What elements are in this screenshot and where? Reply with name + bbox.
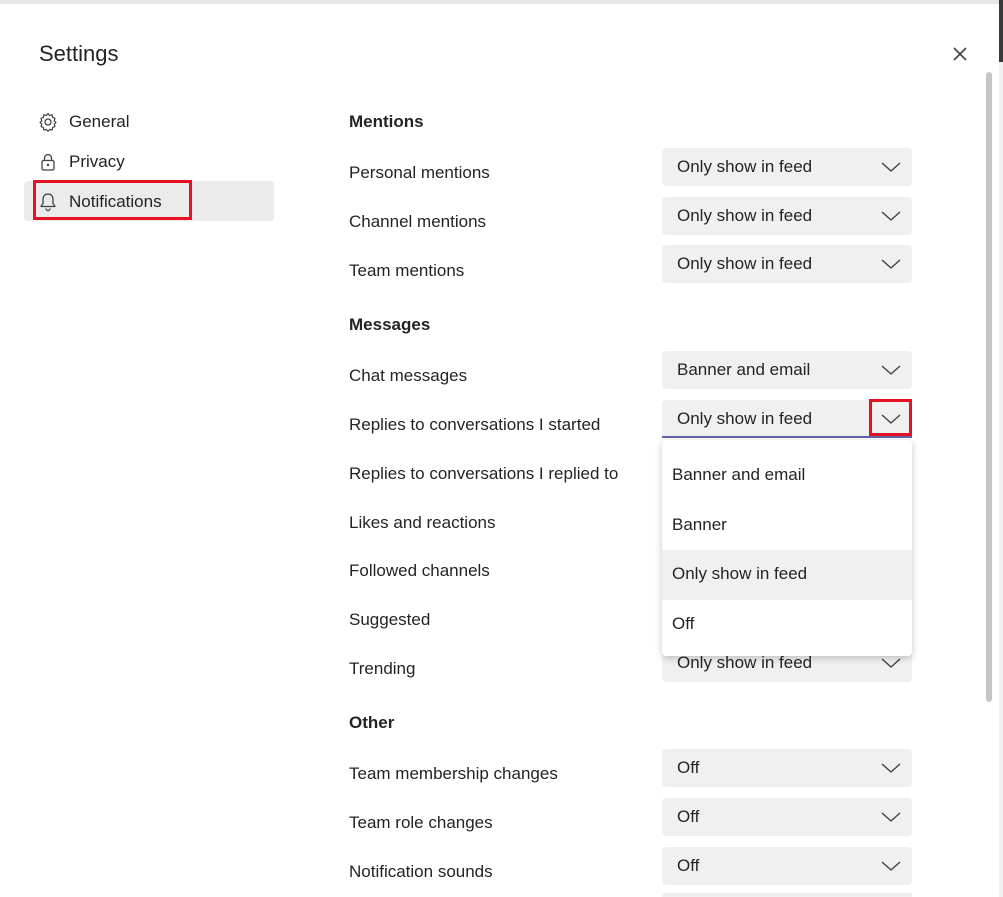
dialog-title: Settings bbox=[39, 41, 119, 66]
background-app-header bbox=[999, 0, 1003, 62]
nav-item-label: Notifications bbox=[69, 192, 162, 211]
setting-label-suggested: Suggested bbox=[349, 610, 431, 629]
nav-item-label: Privacy bbox=[69, 152, 125, 171]
lock-icon bbox=[41, 153, 55, 171]
dropdown-value: Off bbox=[677, 758, 700, 777]
setting-label-personal-mentions: Personal mentions bbox=[349, 163, 490, 182]
setting-label-chat-messages: Chat messages bbox=[349, 366, 468, 385]
gear-icon bbox=[39, 112, 57, 132]
nav-item-notifications[interactable]: Notifications bbox=[24, 181, 274, 221]
dropdown-value: Only show in feed bbox=[677, 254, 813, 273]
menu-option-label: Off bbox=[672, 614, 695, 633]
close-icon[interactable] bbox=[946, 40, 974, 68]
setting-label-team-membership: Team membership changes bbox=[349, 764, 558, 783]
background-app-strip bbox=[999, 0, 1003, 897]
window-top-border bbox=[0, 0, 1003, 4]
chevron-down-icon bbox=[881, 365, 901, 375]
scrollbar-thumb[interactable] bbox=[986, 72, 992, 702]
dropdown-value: Banner and email bbox=[677, 360, 811, 379]
bell-icon bbox=[40, 193, 56, 212]
dropdown-value: Only show in feed bbox=[677, 409, 813, 428]
dropdown-value: Off bbox=[677, 856, 700, 875]
setting-label-notification-sounds: Notification sounds bbox=[349, 862, 493, 881]
chevron-down-icon bbox=[881, 259, 901, 269]
menu-option-only-show-in-feed[interactable]: Only show in feed bbox=[662, 550, 912, 600]
channel-mentions-dropdown[interactable]: Only show in feed bbox=[662, 197, 912, 235]
chevron-down-icon bbox=[881, 861, 901, 871]
chevron-down-icon bbox=[881, 763, 901, 773]
next-dropdown-partial bbox=[662, 893, 912, 897]
chevron-down-icon bbox=[881, 162, 901, 172]
team-membership-dropdown[interactable]: Off bbox=[662, 749, 912, 787]
team-mentions-dropdown[interactable]: Only show in feed bbox=[662, 245, 912, 283]
menu-option-off[interactable]: Off bbox=[662, 600, 912, 650]
setting-label-followed-channels: Followed channels bbox=[349, 561, 490, 580]
chevron-down-icon bbox=[881, 414, 901, 424]
setting-label-channel-mentions: Channel mentions bbox=[349, 212, 487, 231]
chat-messages-dropdown[interactable]: Banner and email bbox=[662, 351, 912, 389]
replies-started-dropdown[interactable]: Only show in feed bbox=[662, 400, 912, 438]
dropdown-value: Only show in feed bbox=[677, 653, 813, 672]
chevron-down-icon bbox=[881, 658, 901, 668]
chevron-down-icon bbox=[881, 812, 901, 822]
section-heading-mentions: Mentions bbox=[349, 112, 424, 131]
section-heading-other: Other bbox=[349, 713, 395, 732]
dropdown-value: Off bbox=[677, 807, 700, 826]
team-role-dropdown[interactable]: Off bbox=[662, 798, 912, 836]
menu-option-label: Banner bbox=[672, 515, 727, 534]
menu-option-label: Banner and email bbox=[672, 465, 806, 484]
setting-label-team-mentions: Team mentions bbox=[349, 261, 465, 280]
menu-option-label: Only show in feed bbox=[672, 564, 808, 583]
menu-option-banner-and-email[interactable]: Banner and email bbox=[662, 451, 912, 501]
dropdown-menu: Banner and email Banner Only show in fee… bbox=[662, 440, 912, 656]
setting-label-replies-replied: Replies to conversations I replied to bbox=[349, 464, 619, 483]
notification-sounds-dropdown[interactable]: Off bbox=[662, 847, 912, 885]
nav-item-general[interactable]: General bbox=[24, 102, 274, 142]
menu-option-banner[interactable]: Banner bbox=[662, 501, 912, 551]
nav-item-privacy[interactable]: Privacy bbox=[24, 142, 274, 182]
setting-label-replies-started: Replies to conversations I started bbox=[349, 415, 601, 434]
setting-label-trending: Trending bbox=[349, 659, 416, 678]
setting-label-likes-reactions: Likes and reactions bbox=[349, 513, 496, 532]
section-heading-messages: Messages bbox=[349, 315, 431, 334]
chevron-down-icon bbox=[881, 211, 901, 221]
dropdown-value: Only show in feed bbox=[677, 157, 813, 176]
dropdown-value: Only show in feed bbox=[677, 206, 813, 225]
setting-label-team-role: Team role changes bbox=[349, 813, 493, 832]
nav-item-label: General bbox=[69, 112, 130, 131]
personal-mentions-dropdown[interactable]: Only show in feed bbox=[662, 148, 912, 186]
